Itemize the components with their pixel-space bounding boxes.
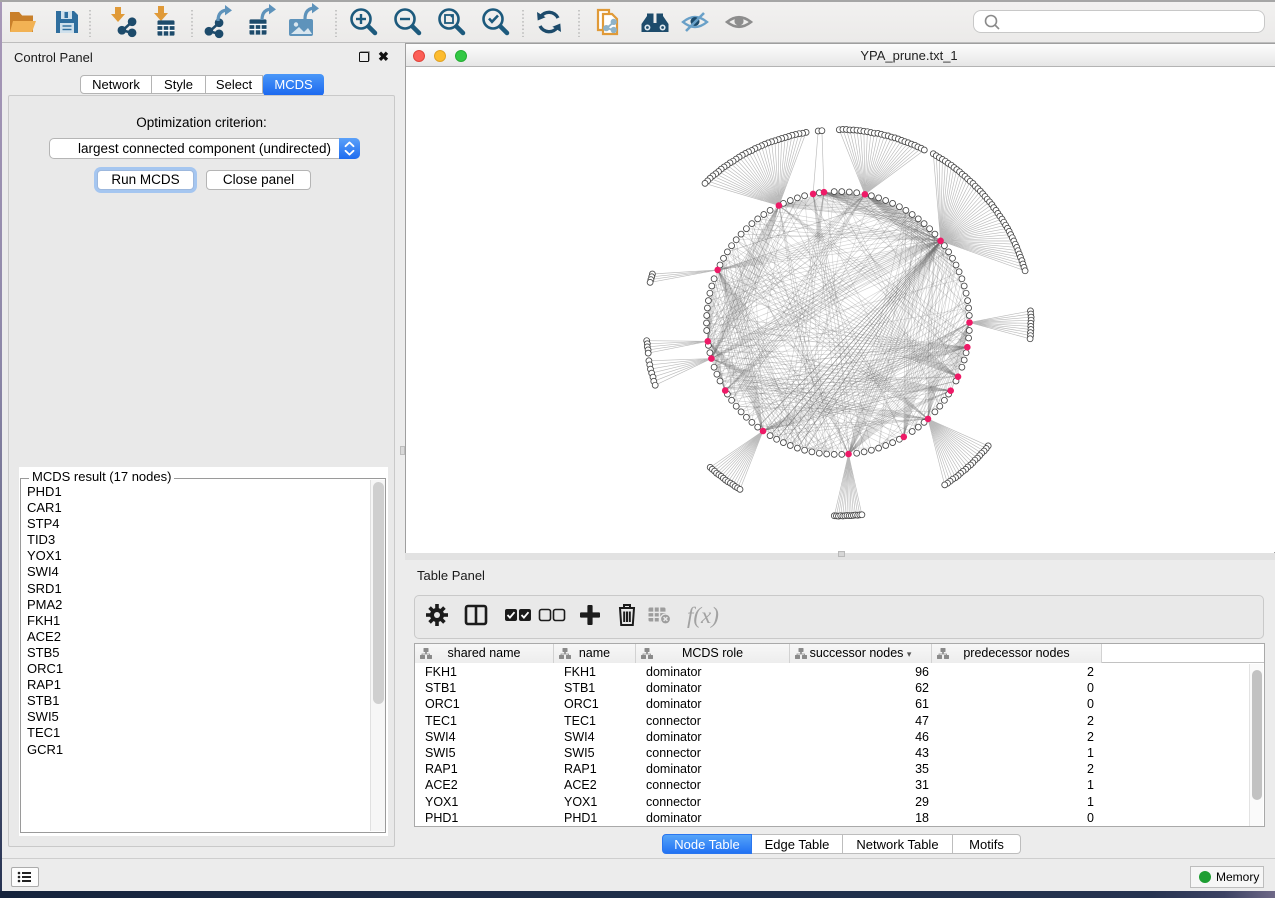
svg-text:f(x): f(x) (687, 603, 719, 628)
